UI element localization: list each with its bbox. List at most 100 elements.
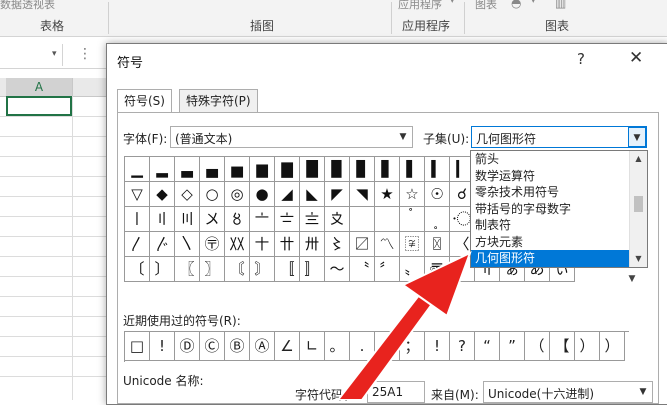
symbol-cell[interactable]: ◎ [225, 182, 250, 207]
recent-symbol-cell[interactable]: （ [525, 332, 550, 361]
active-cell-a1[interactable] [6, 96, 72, 116]
symbol-cell[interactable]: ▂ [150, 157, 175, 182]
symbol-cell[interactable]: ▌ [400, 157, 425, 182]
recent-symbol-cell[interactable]: Ⓑ [225, 332, 250, 361]
symbol-cell[interactable]: 〦 [250, 207, 275, 232]
recent-symbol-cell[interactable]: “ [475, 332, 500, 361]
symbol-cell[interactable]: ▽ [125, 182, 150, 207]
symbol-cell[interactable]: 〤 [200, 207, 225, 232]
ribbon-group-charts[interactable]: 图表 ◓ ▾ ▥ 图表 [465, 0, 667, 36]
symbol-cell[interactable]: 〙 [250, 257, 275, 282]
recent-symbol-cell[interactable]: ） [575, 332, 600, 361]
symbol-cell[interactable]: 〪 [350, 207, 375, 232]
symbol-cell[interactable]: 〚 [275, 257, 300, 282]
symbol-cell[interactable]: ▇ [275, 157, 300, 182]
ribbon-group-illustrations[interactable]: 插图 [109, 0, 391, 36]
symbol-cell[interactable]: 〣 [175, 207, 200, 232]
symbol-cell[interactable]: 〡 [125, 207, 150, 232]
symbol-cell[interactable]: ▄ [200, 157, 225, 182]
subset-dropdown-list[interactable]: 箭头 数学运算符 零杂技术用符号 带括号的字母数字 制表符 方块元素 几何图形符 ▲ ▼ [470, 150, 648, 268]
symbol-cell[interactable]: ▃ [175, 157, 200, 182]
symbol-cell[interactable]: 〭 [425, 207, 450, 232]
symbol-cell[interactable]: ◆ [150, 182, 175, 207]
more-options-icon[interactable]: ⋮ [78, 46, 92, 62]
charts-button-label[interactable]: 图表 [475, 0, 497, 12]
recent-symbol-cell[interactable]: ! [150, 332, 175, 361]
recent-symbol-cell[interactable]: ∟ [300, 332, 325, 361]
symbol-cell[interactable]: 〧 [275, 207, 300, 232]
symbol-cell[interactable]: ▉ [325, 157, 350, 182]
subset-list-item[interactable]: 制表符 [471, 217, 633, 234]
chevron-down-icon[interactable]: ▾ [52, 49, 57, 59]
symbol-cell[interactable]: 〺 [300, 232, 325, 257]
subset-list-item[interactable]: 数学运算符 [471, 168, 633, 185]
recent-symbol-cell[interactable]: 。 [325, 332, 350, 361]
symbol-cell[interactable]: 〼 [350, 232, 375, 257]
ribbon-group-tables[interactable]: 数据透视表 表格 [0, 0, 108, 36]
symbol-cell[interactable]: 〟 [400, 257, 425, 282]
symbol-cell[interactable]: 〔 [125, 257, 150, 282]
recent-symbol-cell[interactable]: . [350, 332, 375, 361]
ribbon-group-apps[interactable]: 应用程序 ▾ 应用程序 [392, 0, 464, 36]
subset-list-item[interactable]: 零杂技术用符号 [471, 184, 633, 201]
symbol-cell[interactable]: 〹 [275, 232, 300, 257]
symbol-cell[interactable]: 〜 [325, 257, 350, 282]
symbol-cell[interactable]: ★ [375, 182, 400, 207]
symbol-cell[interactable]: 〠 [425, 257, 450, 282]
symbol-cell[interactable]: 〷 [225, 232, 250, 257]
name-box[interactable]: ▾ [0, 44, 63, 66]
recent-symbol-cell[interactable]: ： [375, 332, 400, 361]
symbol-cell[interactable]: ◤ [325, 182, 350, 207]
recent-symbol-cell[interactable]: Ⓓ [175, 332, 200, 361]
help-button[interactable]: ? [577, 50, 585, 68]
recent-symbol-cell[interactable]: ∠ [275, 332, 300, 361]
chevron-down-icon[interactable]: ▼ [394, 127, 412, 147]
symbol-cell[interactable]: █ [300, 157, 325, 182]
chevron-down-icon[interactable]: ▼ [634, 382, 652, 402]
symbol-cell[interactable]: ▊ [350, 157, 375, 182]
symbol-cell[interactable]: ○ [200, 182, 225, 207]
symbol-cell[interactable]: 〶 [200, 232, 225, 257]
symbol-cell[interactable]: 〸 [250, 232, 275, 257]
symbol-cell[interactable]: 〨 [300, 207, 325, 232]
symbol-cell[interactable]: 〥 [225, 207, 250, 232]
recent-symbol-cell[interactable]: 【 [550, 332, 575, 361]
subset-list-item[interactable]: 方块元素 [471, 234, 633, 251]
recent-symbol-cell[interactable]: ； [400, 332, 425, 361]
symbol-cell[interactable]: 〻 [325, 232, 350, 257]
chevron-down-icon[interactable]: ▼ [628, 127, 646, 147]
symbol-cell[interactable]: 〽 [375, 232, 400, 257]
scroll-down-icon[interactable]: ▼ [630, 251, 647, 267]
symbol-cell[interactable]: 〕 [150, 257, 175, 282]
symbol-cell[interactable]: ☉ [425, 182, 450, 207]
recent-symbols-row[interactable]: □! Ⓓ Ⓒ Ⓑ Ⓐ ∠ ∟。.：；!? “” （【）） [124, 331, 629, 362]
symbol-cell[interactable]: ◇ [175, 182, 200, 207]
symbol-cell[interactable]: ◢ [275, 182, 300, 207]
column-header-a[interactable]: A [6, 78, 73, 98]
subset-list-item[interactable]: 箭头 [471, 151, 633, 168]
apps-button-label[interactable]: 应用程序 [398, 0, 442, 12]
symbol-cell[interactable]: ● [250, 182, 275, 207]
symbol-cell[interactable]: ◣ [300, 182, 325, 207]
symbol-cell[interactable]: 〝 [350, 257, 375, 282]
symbol-cell[interactable]: 〗 [200, 257, 225, 282]
scroll-up-icon[interactable]: ▲ [630, 151, 647, 167]
pivot-table-label[interactable]: 数据透视表 [0, 0, 55, 12]
map-chart-icon[interactable]: ◓ [511, 0, 521, 10]
subset-list-item[interactable]: 几何图形符 [471, 250, 633, 267]
recent-symbol-cell[interactable]: □ [125, 332, 150, 361]
symbol-cell[interactable]: 〾 [400, 232, 425, 257]
symbol-cell[interactable]: ▁ [125, 157, 150, 182]
pivot-chart-icon[interactable]: ▥ [555, 0, 566, 10]
symbol-cell[interactable]: 〘 [225, 257, 250, 282]
subset-select[interactable]: 几何图形符 ▼ [471, 126, 647, 148]
symbol-cell[interactable]: 〴 [150, 232, 175, 257]
recent-symbol-cell[interactable]: Ⓐ [250, 332, 275, 361]
close-button[interactable]: ✕ [629, 48, 643, 68]
symbol-cell[interactable]: ☆ [400, 182, 425, 207]
symbol-cell[interactable]: 〬 [400, 207, 425, 232]
symbol-cell[interactable]: 〵 [175, 232, 200, 257]
symbol-cell[interactable]: 〛 [300, 257, 325, 282]
subset-list-item[interactable]: 带括号的字母数字 [471, 201, 633, 218]
symbol-cell[interactable]: 〢 [150, 207, 175, 232]
